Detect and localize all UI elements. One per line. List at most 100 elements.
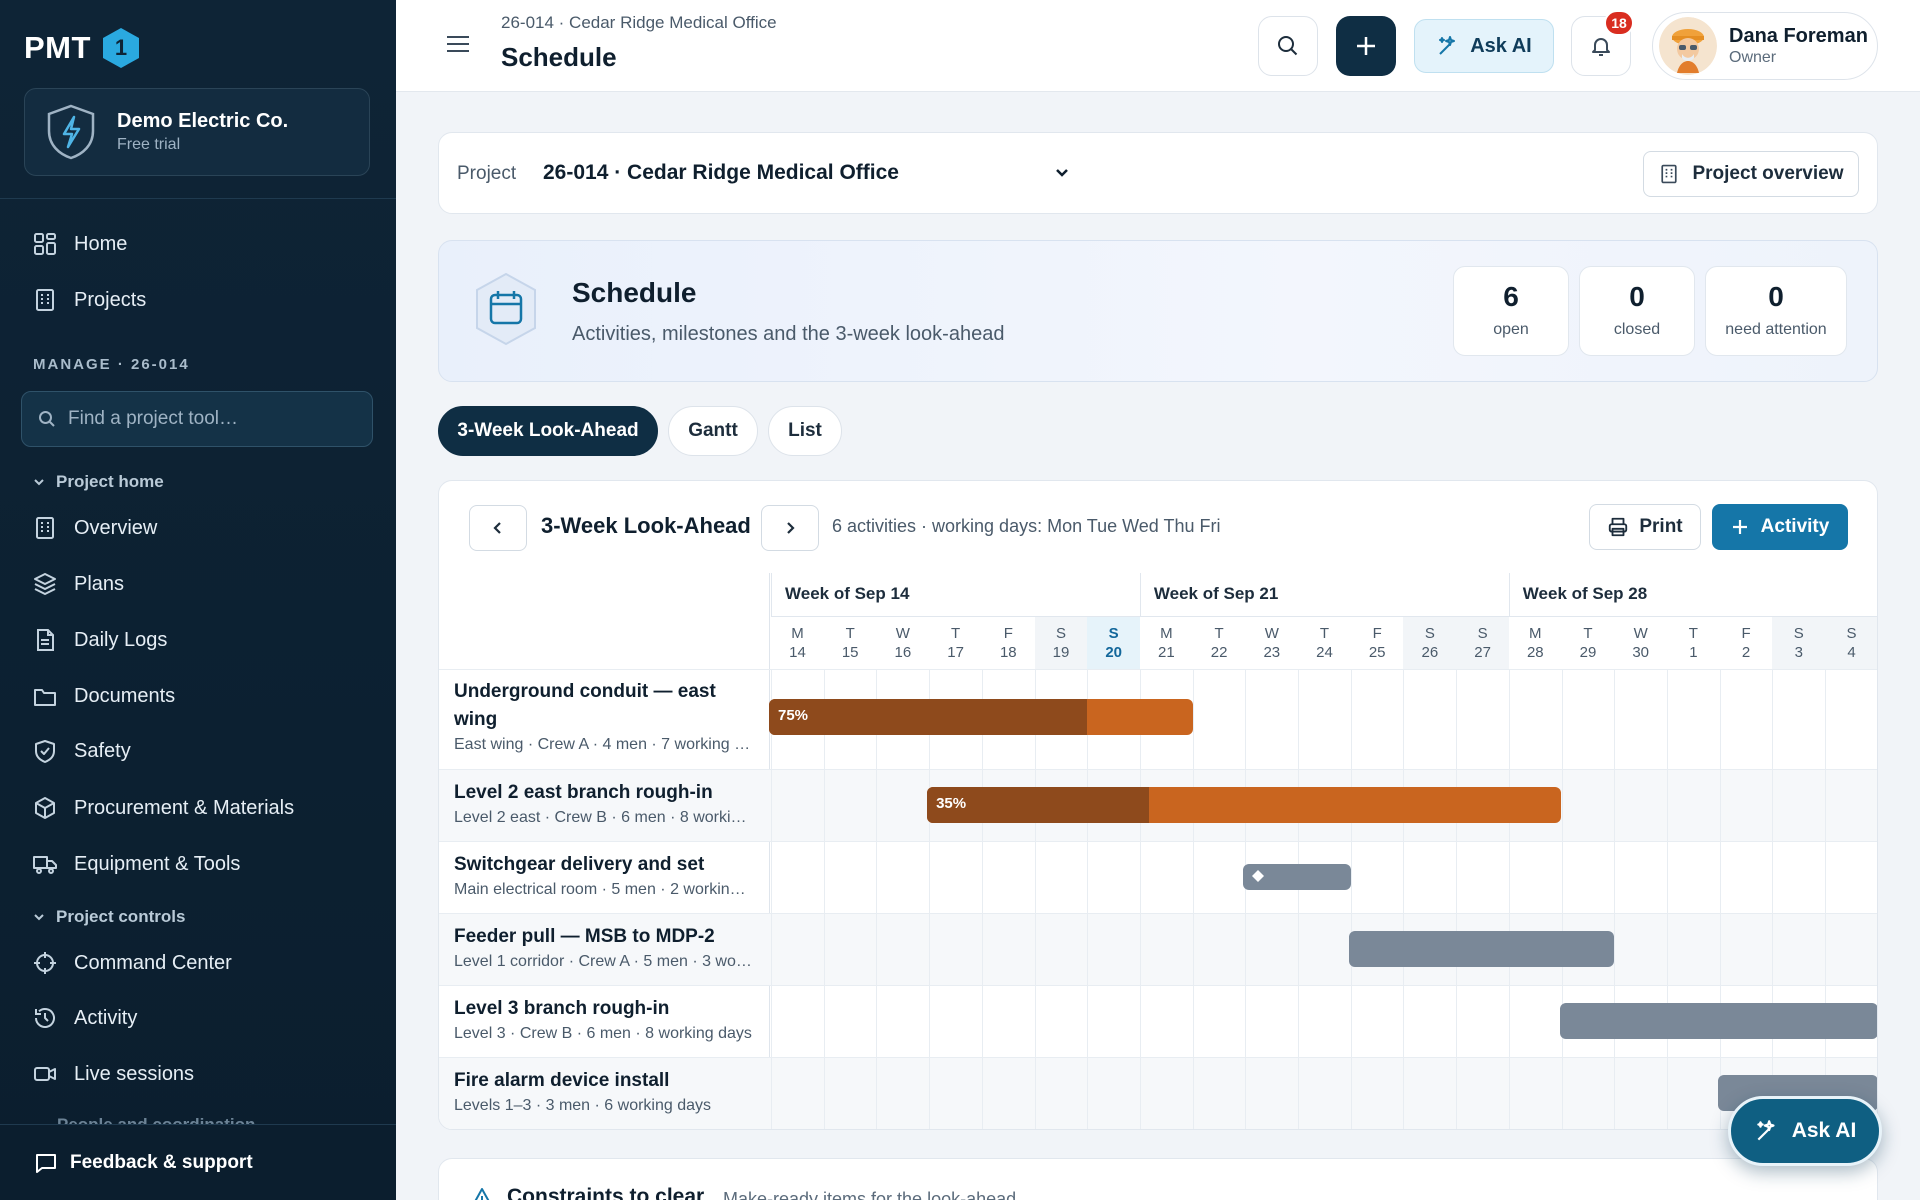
group-label: Project home [56,472,164,491]
activity-bar[interactable]: 35% [927,787,1562,823]
day-grid-line [929,669,931,1129]
day-header: S3 [1772,617,1826,669]
day-date: 2 [1741,644,1751,661]
stat-value: 0 [1768,281,1784,312]
day-of-week: W [1633,625,1648,642]
day-of-week: T [1214,625,1224,642]
user-menu[interactable]: Dana Foreman Owner [1652,12,1878,80]
sidebar-item-daily-logs[interactable]: Daily Logs [32,622,167,658]
activity-row[interactable]: Feeder pull — MSB to MDP-2 Level 1 corrid… [439,913,1877,985]
day-grid-line [771,669,772,1129]
activity-meta: East wing · Crew A · 4 men · 7 working d… [454,736,754,753]
add-activity-button[interactable]: Activity [1712,504,1848,550]
sidebar-item-overview[interactable]: Overview [32,510,157,546]
sidebar-item-label: Live sessions [74,1062,195,1085]
schedule-title: Schedule [572,277,697,308]
sidebar-item-projects[interactable]: Projects [32,282,146,318]
activity-name: Level 2 east branch rough-in [454,782,713,803]
sidebar-item-label: Daily Logs [74,628,168,651]
crosshair-icon [34,952,56,974]
tab-3-week-look-ahead[interactable]: 3-Week Look-Ahead [438,406,658,456]
day-date: 22 [1210,644,1228,661]
day-date: 27 [1474,644,1491,661]
layers-icon [34,573,56,595]
tab-gantt[interactable]: Gantt [668,406,758,456]
day-date: 20 [1105,644,1123,661]
day-header: S 19 [1034,617,1088,669]
sidebar-item-documents[interactable]: Documents [32,678,175,714]
week-header: Week of Sep 28 [1508,573,1877,617]
previous-period-button[interactable] [469,505,527,551]
stat-closed[interactable]: 0 closed [1579,266,1695,356]
user-name: Dana Foreman [1729,25,1868,47]
brand-logo[interactable]: PMT 1 [24,26,143,70]
sidebar-item-home[interactable]: Home [32,226,127,262]
menu-toggle-button[interactable] [446,34,470,54]
project-tool-search[interactable] [21,391,373,447]
project-select[interactable]: 26-014 · Cedar Ridge Medical Office [543,161,1068,185]
sidebar-item-command-center[interactable]: Command Center [32,945,232,981]
sidebar-item-safety[interactable]: Safety [32,733,131,769]
activity-meta: Level 3 · Crew B · 6 men · 8 working day… [454,1025,752,1042]
brand-name: PMT [24,30,91,65]
group-project-controls[interactable]: Project controls [32,907,185,927]
sidebar-item-live-sessions[interactable]: Live sessions [32,1056,194,1092]
truck-icon [33,856,57,874]
plus-icon [1357,37,1375,55]
org-switcher[interactable]: Demo Electric Co. Free trial [24,88,370,176]
activity-bar[interactable] [1243,864,1351,890]
activity-bar[interactable] [1348,931,1615,967]
history-icon [35,1008,55,1028]
day-of-week: T [1688,625,1698,642]
ask-ai-button[interactable]: Ask AI [1414,19,1554,73]
day-date: 1 [1689,644,1698,661]
create-new-button[interactable] [1336,16,1396,76]
breadcrumb[interactable]: 26-014 · Cedar Ridge Medical Office [501,13,777,33]
building-icon [1661,164,1678,184]
day-grid-line [1614,669,1616,1129]
activity-row[interactable]: Switchgear delivery and set Main electric… [439,841,1877,913]
day-grid-line [1666,669,1668,1129]
feedback-support-button[interactable]: Feedback & support [0,1124,396,1200]
stat-need-attention[interactable]: 0 need attention [1705,266,1847,356]
group-project-home[interactable]: Project home [32,472,164,492]
day-header: S 27 [1456,617,1510,669]
day-date: 23 [1263,644,1281,661]
project-tool-search-input[interactable] [68,408,358,430]
week-header: Week of Sep 14 [771,573,1140,617]
grid-icon [34,233,56,255]
sidebar-item-procurement[interactable]: Procurement & Materials [32,790,294,826]
day-grid-line [1245,669,1247,1129]
chevron-left-icon [493,522,501,534]
day-grid-line [1192,669,1194,1129]
activity-name: Fire alarm device install [454,1070,670,1091]
day-of-week: S [1846,625,1857,642]
activity-bar[interactable]: 75% [769,699,1193,735]
activity-row[interactable]: Fire alarm device install Levels 1–3 · 3 … [439,1057,1877,1129]
print-button[interactable]: Print [1589,504,1701,550]
sidebar-item-activity[interactable]: Activity [32,1000,137,1036]
day-grid-line [1298,669,1299,1129]
building-icon [36,289,54,311]
stat-open[interactable]: 6 open [1453,266,1569,356]
global-search-button[interactable] [1258,16,1318,76]
day-of-week: T [1319,625,1330,642]
day-grid-line [1508,669,1510,1129]
activity-bar[interactable] [1559,1003,1877,1039]
floating-ask-ai-button[interactable]: Ask AI [1728,1096,1882,1166]
day-date: 28 [1526,644,1544,661]
chevron-right-icon [787,522,795,534]
day-grid-line [1561,669,1563,1129]
day-grid-line [876,669,878,1129]
sidebar-item-plans[interactable]: Plans [32,566,124,602]
floating-ask-ai-label: Ask AI [1791,1119,1857,1142]
sidebar-item-equipment[interactable]: Equipment & Tools [32,846,240,882]
day-of-week: T [845,625,855,642]
project-overview-button[interactable]: Project overview [1643,151,1859,197]
next-period-button[interactable] [761,505,819,551]
sidebar-item-label: Command Center [74,951,232,974]
day-date: 4 [1847,644,1856,661]
plus-icon [1732,520,1747,534]
stat-label: closed [1613,321,1661,338]
tab-list[interactable]: List [768,406,842,456]
